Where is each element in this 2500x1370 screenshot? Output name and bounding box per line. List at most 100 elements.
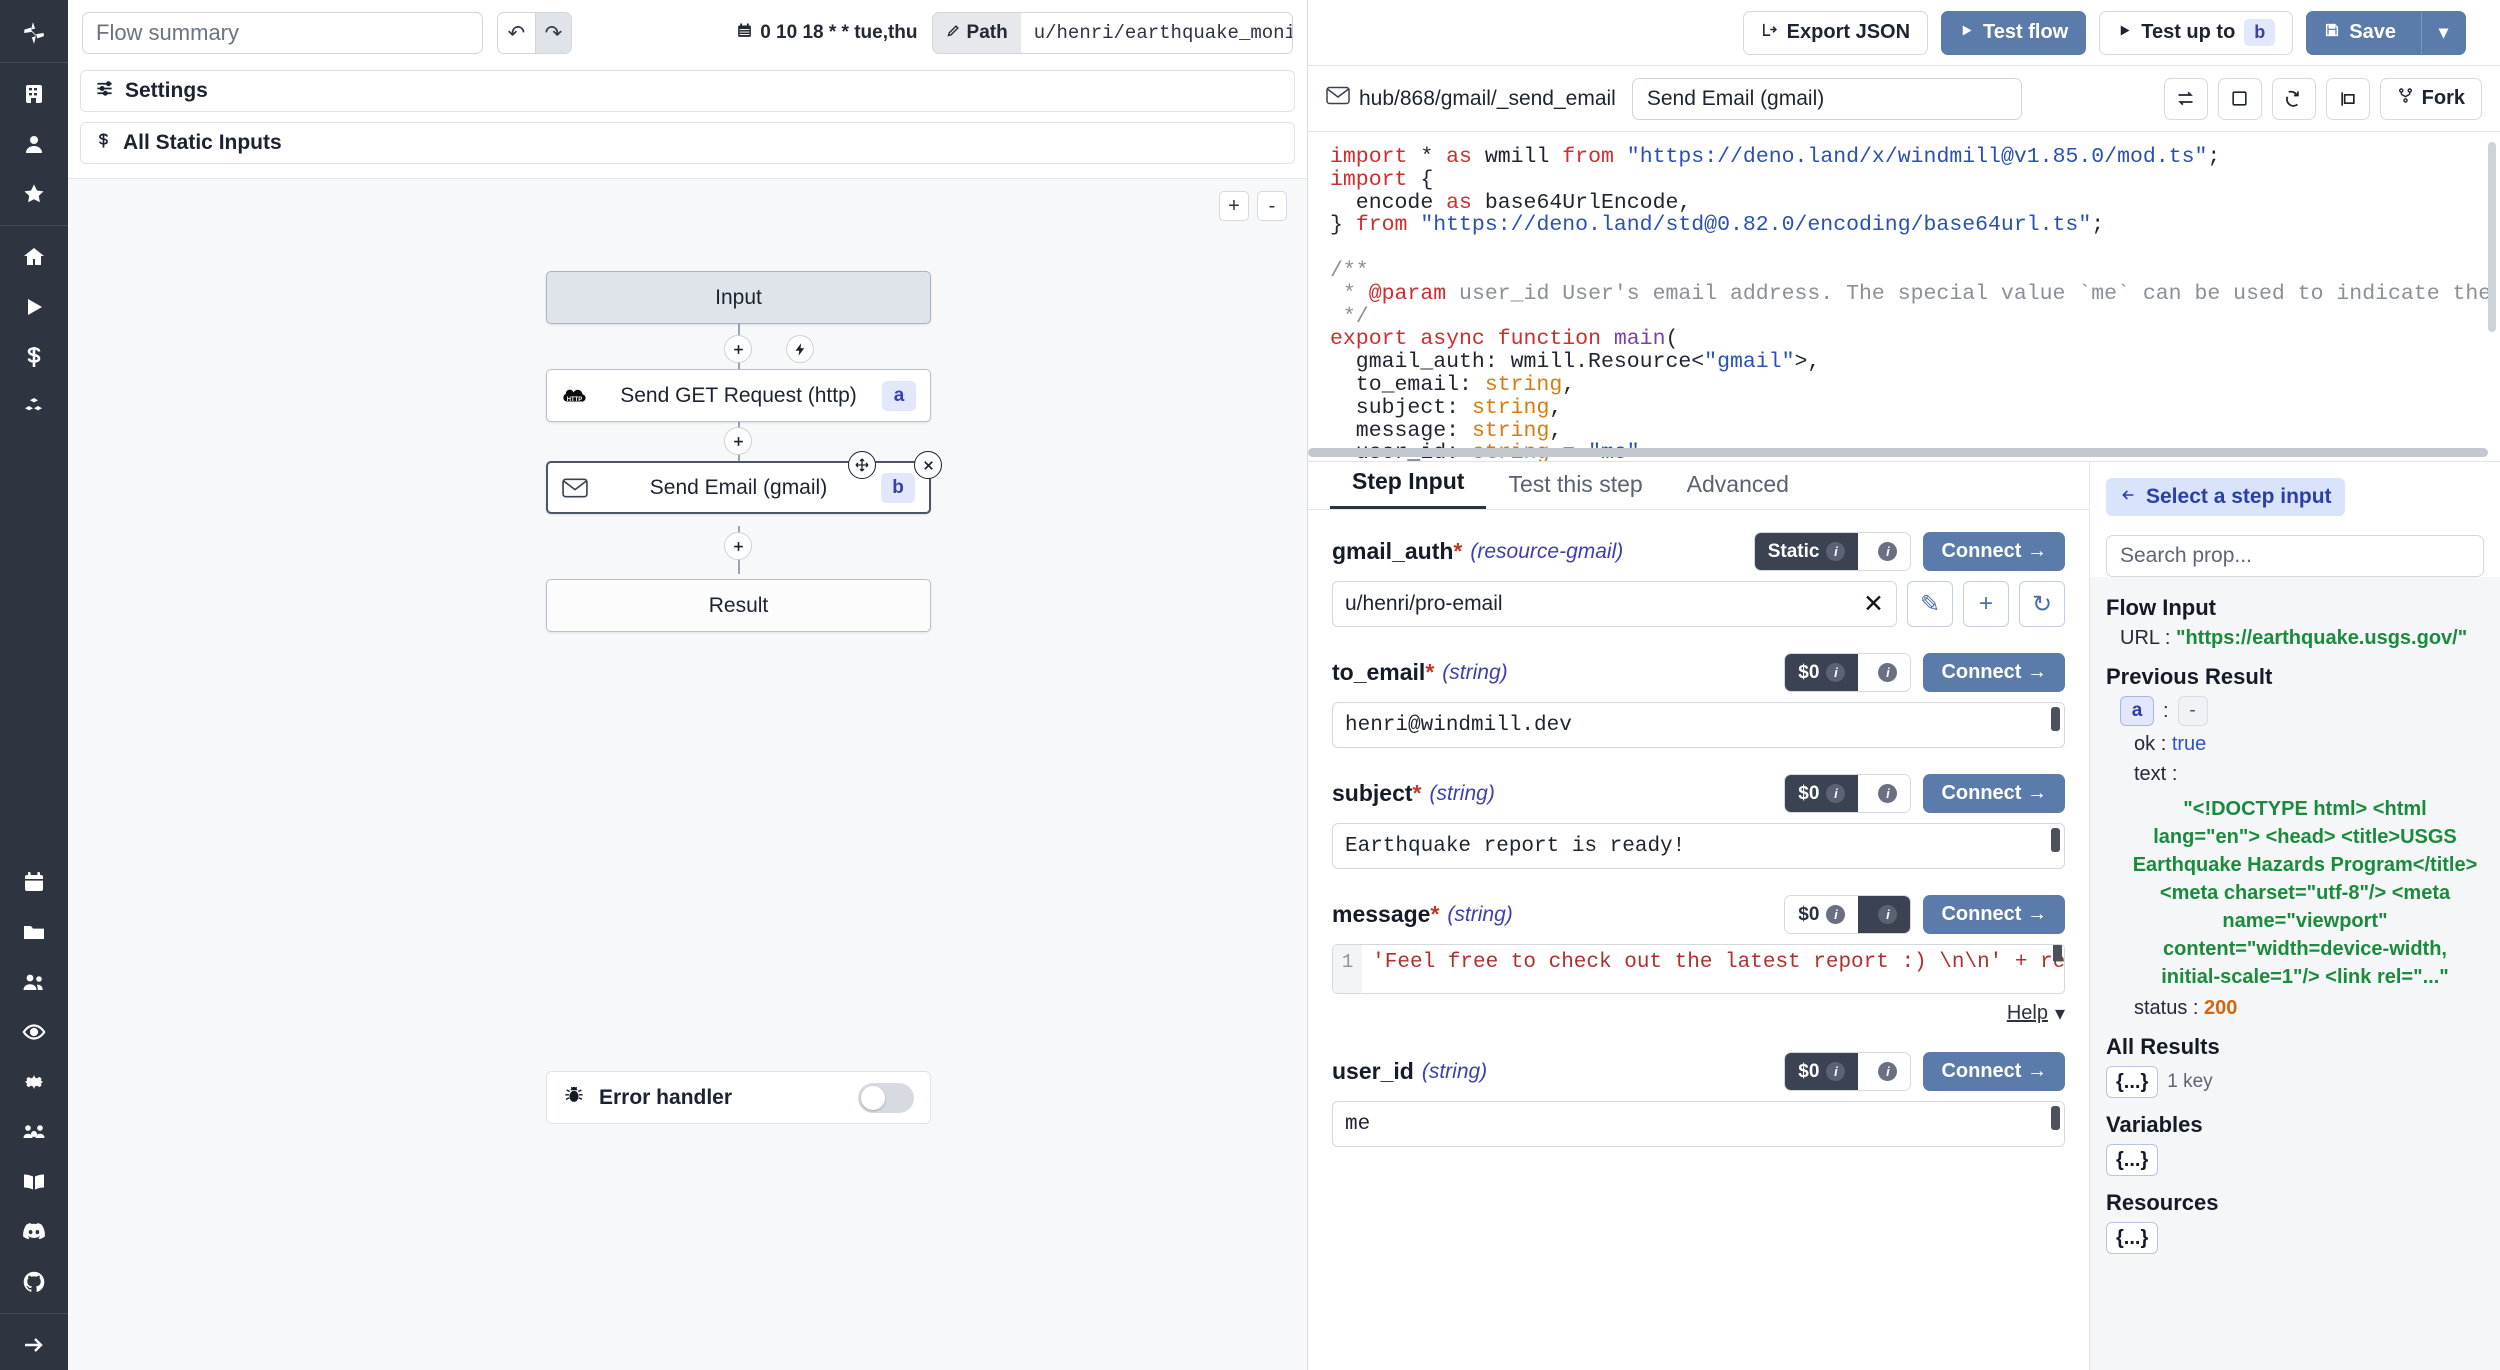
add-step-button-3[interactable] xyxy=(724,532,752,560)
connect-button[interactable]: Connect → xyxy=(1923,653,2065,692)
step-name-input[interactable] xyxy=(1632,78,2022,120)
windmill-logo-icon[interactable] xyxy=(0,10,68,56)
code-vertical-scrollbar[interactable] xyxy=(2488,142,2496,332)
sidebar-item-home[interactable] xyxy=(10,232,58,282)
info-icon[interactable]: i xyxy=(1878,542,1897,561)
sidebar-item-schedules[interactable] xyxy=(10,857,58,907)
info-icon[interactable]: i xyxy=(1878,905,1897,924)
help-row[interactable]: Help ▾ xyxy=(1332,1001,2065,1026)
chevron-down-icon[interactable]: ▾ xyxy=(2055,1001,2065,1026)
text-row[interactable]: text : xyxy=(2106,763,2484,786)
flow-node-result[interactable]: Result xyxy=(546,579,931,632)
variables-row[interactable]: {...} xyxy=(2106,1144,2484,1176)
sidebar-item-billing[interactable] xyxy=(10,332,58,382)
mode-static-option[interactable]: $0i xyxy=(1785,896,1858,933)
mode-static-option[interactable]: $0i xyxy=(1785,1053,1858,1090)
export-json-button[interactable]: Export JSON xyxy=(1743,11,1928,55)
error-handler-bar[interactable]: Error handler xyxy=(546,1071,931,1124)
resources-row[interactable]: {...} xyxy=(2106,1222,2484,1254)
editor-scrollbar[interactable] xyxy=(2053,945,2062,961)
flow-node-http[interactable]: HTTP Send GET Request (http) a xyxy=(546,369,931,422)
tab-advanced[interactable]: Advanced xyxy=(1665,471,1811,509)
mode-code-option[interactable]: i xyxy=(1858,1053,1910,1090)
add-step-button-2[interactable] xyxy=(724,427,752,455)
mode-code-option[interactable]: i xyxy=(1858,654,1910,691)
mode-static-option[interactable]: Statici xyxy=(1755,533,1859,570)
tab-step-input[interactable]: Step Input xyxy=(1330,468,1486,509)
mode-code-option[interactable]: i xyxy=(1858,533,1910,570)
sidebar-item-settings[interactable] xyxy=(10,1057,58,1107)
zoom-in-button[interactable]: + xyxy=(1219,191,1249,221)
resources-braces[interactable]: {...} xyxy=(2106,1222,2158,1254)
fork-button[interactable]: Fork xyxy=(2380,78,2482,120)
previous-result-row[interactable]: a : - xyxy=(2106,696,2484,726)
info-icon[interactable]: i xyxy=(1826,542,1845,561)
close-circle-icon[interactable] xyxy=(914,451,942,479)
sidebar-item-runs[interactable] xyxy=(10,282,58,332)
all-results-braces[interactable]: {...} xyxy=(2106,1066,2158,1098)
select-a-step-input-button[interactable]: Select a step input xyxy=(2106,478,2345,516)
status-row[interactable]: status : 200 xyxy=(2106,997,2484,1020)
cache-icon[interactable] xyxy=(2326,78,2370,120)
input-scrollbar[interactable] xyxy=(2051,828,2060,852)
refresh-icon[interactable]: ↻ xyxy=(2019,581,2065,627)
flow-summary-input[interactable] xyxy=(82,12,483,54)
flow-canvas[interactable]: + - Input xyxy=(68,178,1307,1370)
sidebar-item-audit[interactable] xyxy=(10,1007,58,1057)
sidebar-item-teams[interactable] xyxy=(10,1107,58,1157)
sidebar-item-user[interactable] xyxy=(10,119,58,169)
info-icon[interactable]: i xyxy=(1826,663,1845,682)
add-step-button-1[interactable] xyxy=(724,335,752,363)
input-scrollbar[interactable] xyxy=(2051,707,2060,731)
redo-icon[interactable]: ↷ xyxy=(535,13,572,53)
sidebar-item-favorites[interactable] xyxy=(10,169,58,219)
ok-row[interactable]: ok : true xyxy=(2106,733,2484,756)
flow-path[interactable]: Path u/henri/earthquake_monitorin xyxy=(932,12,1293,54)
connect-button[interactable]: Connect → xyxy=(1923,774,2065,813)
info-icon[interactable]: i xyxy=(1826,1062,1845,1081)
expression-editor[interactable]: 1'Feel free to check out the latest repo… xyxy=(1332,944,2065,994)
mode-static-option[interactable]: $0i xyxy=(1785,654,1858,691)
connect-button[interactable]: Connect → xyxy=(1923,1052,2065,1091)
sidebar-item-folders[interactable] xyxy=(10,907,58,957)
all-results-row[interactable]: {...} 1 key xyxy=(2106,1066,2484,1098)
mode-code-option[interactable]: i xyxy=(1858,775,1910,812)
square-icon[interactable] xyxy=(2218,78,2262,120)
sidebar-item-github[interactable] xyxy=(10,1257,58,1307)
flow-node-input[interactable]: Input xyxy=(546,271,931,324)
code-horizontal-scrollbar[interactable] xyxy=(1308,448,2488,457)
prev-result-chip[interactable]: a xyxy=(2120,696,2154,726)
hub-path[interactable]: hub/868/gmail/_send_email xyxy=(1326,86,1616,111)
mode-code-option[interactable]: i xyxy=(1858,896,1910,933)
connect-button[interactable]: Connect → xyxy=(1923,895,2065,934)
script-code-viewer[interactable]: import * as wmill from "https://deno.lan… xyxy=(1308,132,2500,462)
static-inputs-accordion[interactable]: All Static Inputs xyxy=(80,122,1295,164)
flow-input-row[interactable]: URL : "https://earthquake.usgs.gov/" xyxy=(2106,627,2484,650)
info-icon[interactable]: i xyxy=(1826,905,1845,924)
add-trigger-button[interactable] xyxy=(786,335,814,363)
plus-icon[interactable]: + xyxy=(1963,581,2009,627)
schedule-display[interactable]: 0 10 18 * * tue,thu xyxy=(736,22,917,45)
search-prop-input[interactable]: Search prop... xyxy=(2106,535,2484,577)
help-label[interactable]: Help xyxy=(2007,1002,2048,1025)
sidebar-item-workspace[interactable] xyxy=(10,69,58,119)
info-icon[interactable]: i xyxy=(1878,784,1897,803)
sidebar-item-discord[interactable] xyxy=(10,1207,58,1257)
test-flow-button[interactable]: Test flow xyxy=(1941,11,2086,55)
retry-icon[interactable] xyxy=(2272,78,2316,120)
zoom-out-button[interactable]: - xyxy=(1257,191,1287,221)
sidebar-item-resources[interactable] xyxy=(10,382,58,432)
sidebar-item-docs[interactable] xyxy=(10,1157,58,1207)
tab-test-this-step[interactable]: Test this step xyxy=(1486,471,1664,509)
close-icon[interactable]: ✕ xyxy=(1863,592,1884,617)
text-input[interactable]: me xyxy=(1332,1101,2065,1147)
resource-input[interactable]: u/henri/pro-email✕ xyxy=(1332,581,1897,627)
info-icon[interactable]: i xyxy=(1878,1062,1897,1081)
sidebar-item-expand[interactable] xyxy=(10,1320,58,1370)
sidebar-item-groups[interactable] xyxy=(10,957,58,1007)
swap-icon[interactable] xyxy=(2164,78,2208,120)
input-scrollbar[interactable] xyxy=(2051,1106,2060,1130)
settings-accordion[interactable]: Settings xyxy=(80,70,1295,112)
test-up-to-button[interactable]: Test up to b xyxy=(2099,11,2293,55)
info-icon[interactable]: i xyxy=(1878,663,1897,682)
